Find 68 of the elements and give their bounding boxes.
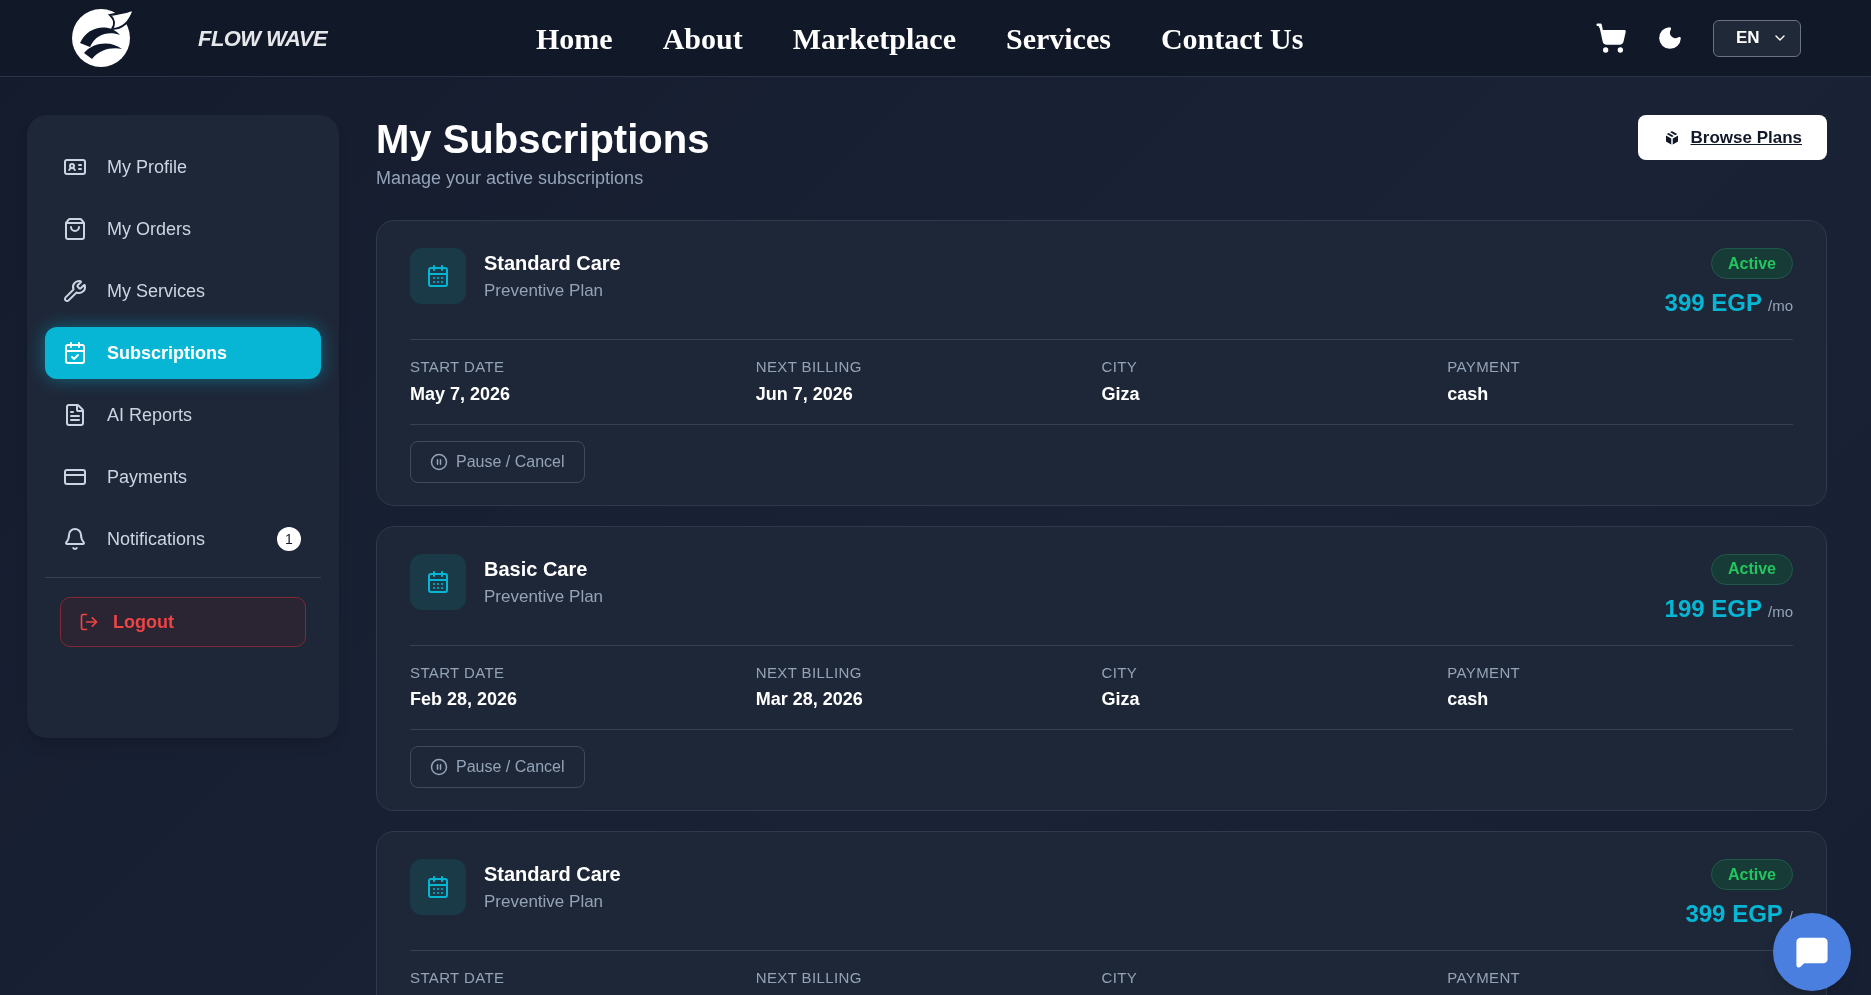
notification-count: 1 (277, 527, 301, 551)
sidebar-item[interactable]: My Services (45, 265, 321, 317)
detail-value: cash (1447, 382, 1490, 406)
nav-link[interactable]: Contact Us (1160, 15, 1304, 61)
price: 399 EGP (1664, 288, 1762, 318)
detail-value: Mar 28, 2026 (755, 688, 864, 711)
detail-label: NEXT BILLING (755, 968, 863, 988)
sidebar-item[interactable]: Notifications 1 (45, 513, 321, 565)
detail-label: PAYMENT (1447, 968, 1522, 988)
sidebar-item[interactable]: AI Reports (45, 389, 321, 441)
calendar-icon (426, 569, 450, 594)
detail-label: NEXT BILLING (755, 662, 863, 683)
browse-plans-button[interactable]: Browse Plans (1637, 115, 1827, 160)
detail-label: PAYMENT (1447, 662, 1522, 683)
nav-link[interactable]: Marketplace (792, 15, 956, 61)
detail-label: START DATE (410, 357, 506, 377)
detail-value: Giza (1101, 382, 1141, 406)
detail-value: Feb 28, 2026 (410, 688, 519, 711)
shopping-bag-icon (63, 217, 87, 241)
page-title: My Subscriptions (376, 116, 710, 163)
pause-icon (430, 758, 448, 776)
plan-name: Basic Care (484, 556, 589, 582)
pause-cancel-button[interactable]: Pause / Cancel (410, 440, 585, 483)
plan-type: Preventive Plan (484, 585, 604, 608)
calendar-icon (426, 875, 450, 899)
calendar-icon (426, 264, 450, 288)
brand-name: FLOW WAVE (198, 24, 329, 53)
sidebar-item[interactable]: My Profile (45, 141, 321, 193)
plan-type: Preventive Plan (484, 891, 605, 914)
chat-icon (1795, 935, 1829, 969)
logout-icon (79, 612, 99, 632)
price-period: /mo (1768, 296, 1793, 316)
pause-icon (430, 452, 448, 471)
detail-value: cash (1447, 688, 1490, 711)
price: 399 EGP (1685, 899, 1783, 929)
status-badge: Active (1710, 859, 1793, 890)
dark-mode-icon[interactable] (1657, 25, 1683, 51)
page-subtitle: Manage your active subscriptions (376, 167, 645, 190)
detail-label: PAYMENT (1447, 357, 1522, 377)
sidebar-item[interactable]: Payments (45, 451, 321, 503)
document-icon (63, 403, 87, 427)
nav-link[interactable]: About (662, 15, 743, 61)
detail-value: Giza (1101, 688, 1141, 711)
detail-label: CITY (1101, 662, 1139, 683)
logout-button[interactable]: Logout (60, 597, 306, 647)
detail-label: CITY (1101, 968, 1139, 988)
pause-cancel-button[interactable]: Pause / Cancel (410, 746, 585, 788)
sidebar-item[interactable]: My Orders (45, 203, 321, 255)
price-period: /mo (1768, 601, 1793, 622)
bell-icon (63, 527, 87, 551)
detail-value: May 7, 2026 (410, 382, 512, 406)
calendar-check-icon (63, 341, 87, 365)
wrench-icon (63, 279, 87, 303)
price: 199 EGP (1664, 593, 1762, 624)
detail-label: START DATE (410, 968, 506, 988)
cart-icon[interactable] (1595, 22, 1627, 54)
status-badge: Active (1710, 553, 1793, 585)
nav-link[interactable]: Services (1005, 15, 1111, 61)
plan-name: Standard Care (484, 862, 621, 888)
detail-value: Jun 7, 2026 (755, 382, 854, 406)
nav-link[interactable]: Home (536, 15, 613, 61)
detail-label: CITY (1101, 357, 1139, 377)
plan-name: Standard Care (484, 251, 621, 277)
language-select[interactable]: EN (1713, 19, 1801, 57)
detail-label: NEXT BILLING (755, 357, 863, 377)
plan-type: Preventive Plan (484, 280, 605, 303)
detail-label: START DATE (410, 662, 506, 683)
status-badge: Active (1710, 248, 1793, 279)
